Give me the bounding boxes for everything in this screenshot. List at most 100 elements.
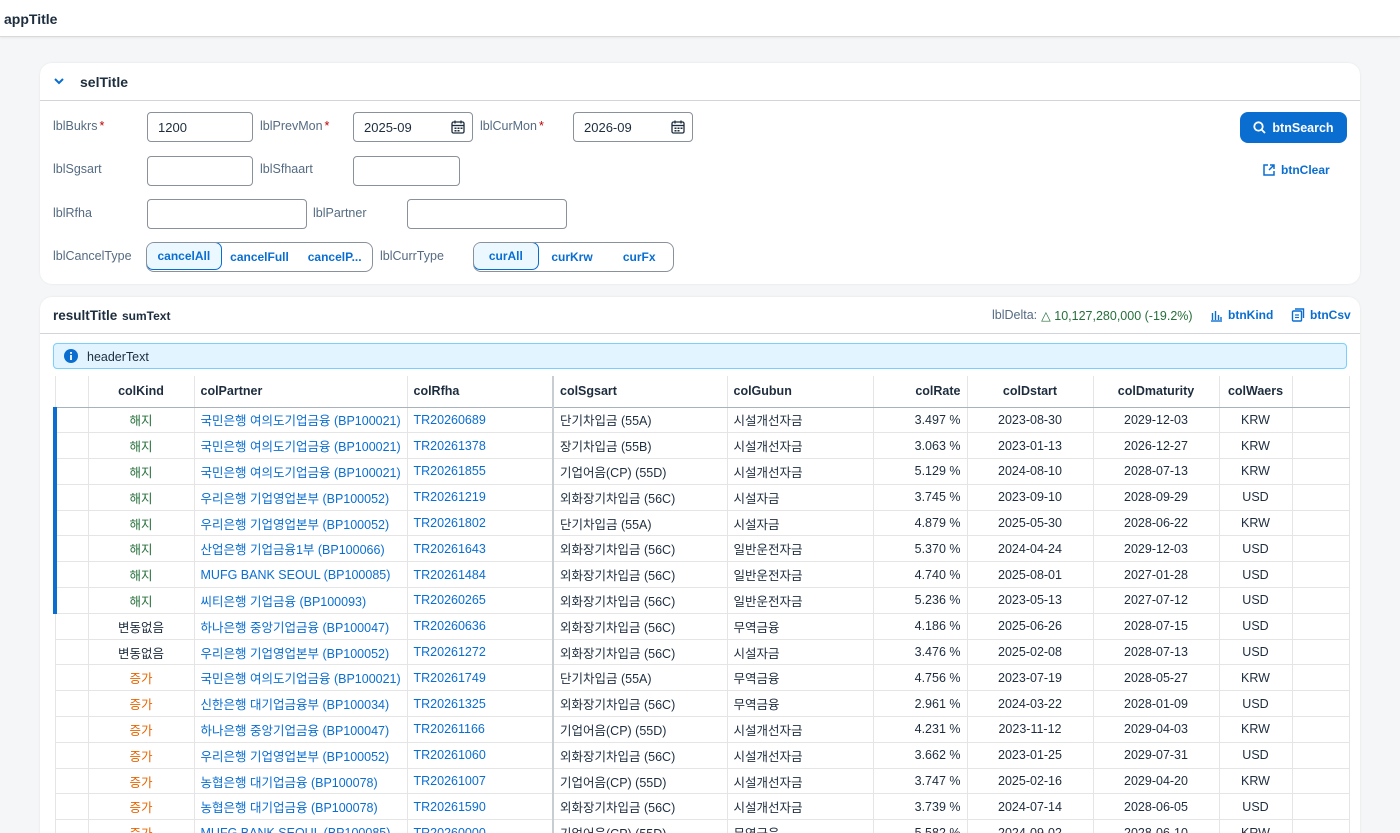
column-header-dmaturity[interactable]: colDmaturity (1093, 376, 1220, 408)
table-row[interactable]: 증가 국민은행 여의도기업금융 (BP100021) TR20261749 단기차입금… (54, 664, 1350, 692)
cell-partner[interactable]: 우리은행 기업영업본부 (BP100052) (194, 639, 408, 666)
row-selector[interactable] (53, 587, 89, 614)
sfhaart-input[interactable] (353, 156, 460, 186)
row-selector[interactable] (53, 458, 89, 485)
cell-partner[interactable]: 국민은행 여의도기업금융 (BP100021) (194, 432, 408, 460)
row-selector[interactable] (54, 793, 89, 821)
cell-partner[interactable]: 하나은행 중앙기업금융 (BP100047) (194, 613, 408, 640)
table-row[interactable]: 증가MUFG BANK SEOUL (BP100085)TR20260000기업… (54, 819, 1350, 833)
cell-rfha[interactable]: TR20261060 (407, 742, 554, 769)
column-header-rfha[interactable]: colRfha (407, 376, 554, 408)
segment-cur-all[interactable]: curAll (474, 243, 539, 270)
cell-rfha[interactable]: TR20260265 (407, 587, 554, 614)
cell-rfha[interactable]: TR20261749 (407, 664, 554, 692)
cell-rfha[interactable]: TR20261219 (407, 484, 554, 511)
cell-partner[interactable]: 우리은행 기업영업본부 (BP100052) (194, 510, 408, 537)
column-header-gubun[interactable]: colGubun (727, 376, 874, 408)
cell-dmaturity: 2028-09-29 (1093, 484, 1220, 511)
bukrs-input[interactable]: 1200 (147, 112, 253, 142)
partner-input[interactable] (407, 199, 567, 229)
cell-partner[interactable]: 산업은행 기업금융1부 (BP100066) (194, 535, 408, 563)
column-header-dstart[interactable]: colDstart (967, 376, 1094, 408)
cell-rfha[interactable]: TR20260000 (407, 819, 554, 833)
row-selector[interactable] (53, 407, 89, 434)
table-row[interactable]: 해지 국민은행 여의도기업금융 (BP100021) TR20261378 장기차입금… (53, 432, 1350, 460)
cell-rfha[interactable]: TR20261378 (407, 432, 554, 460)
segment-cancel-all[interactable]: cancelAll (147, 243, 222, 270)
table-row[interactable]: 증가 하나은행 중앙기업금융 (BP100047) TR20261166 기업어음(C… (54, 716, 1350, 743)
table-row[interactable]: 해지 MUFG BANK SEOUL (BP100085) TR20261484 외화… (53, 561, 1350, 589)
segment-cur-krw[interactable]: curKrw (539, 243, 606, 271)
table-row[interactable]: 증가 신한은행 대기업금융부 (BP100034) TR20261325 외화장기차입… (54, 690, 1350, 718)
cell-partner[interactable]: 우리은행 기업영업본부 (BP100052) (194, 742, 408, 769)
cell-partner[interactable]: 농협은행 대기업금융 (BP100078) (194, 768, 408, 795)
row-selector[interactable] (54, 613, 89, 640)
table-row[interactable]: 해지 산업은행 기업금융1부 (BP100066) TR20261643 외화장기차입… (53, 535, 1350, 563)
column-header-rate[interactable]: colRate (873, 376, 968, 408)
chevron-down-icon[interactable] (50, 72, 68, 90)
cell-partner[interactable]: MUFG BANK SEOUL (BP100085) (194, 819, 408, 833)
cell-partner[interactable]: 우리은행 기업영업본부 (BP100052) (194, 484, 408, 511)
rfha-input[interactable] (147, 199, 307, 229)
table-row[interactable]: 해지 국민은행 여의도기업금융 (BP100021) TR20260689 단기차입금… (53, 407, 1350, 434)
row-selector[interactable] (53, 535, 89, 563)
selection-header[interactable]: selTitle (40, 63, 1360, 101)
table-row[interactable]: 변동없음 하나은행 중앙기업금융 (BP100047) TR20260636 외화장기… (54, 613, 1350, 640)
column-header-partner[interactable]: colPartner (194, 376, 408, 408)
row-selector[interactable] (53, 561, 89, 589)
row-selector[interactable] (54, 639, 89, 666)
cell-rfha[interactable]: TR20261325 (407, 690, 554, 718)
cell-rfha[interactable]: TR20261166 (407, 716, 554, 743)
column-header-sgsart[interactable]: colSgsart (552, 376, 728, 408)
row-selector[interactable] (54, 664, 89, 692)
kind-button[interactable]: btnKind (1210, 308, 1273, 322)
table-row[interactable]: 해지 씨티은행 기업금융 (BP100093) TR20260265 외화장기차입금 … (53, 587, 1350, 614)
row-selector[interactable] (54, 716, 89, 743)
table-row[interactable]: 해지 우리은행 기업영업본부 (BP100052) TR20261802 단기차입금 … (53, 510, 1350, 537)
cell-rfha[interactable]: TR20261272 (407, 639, 554, 666)
cell-partner[interactable]: 국민은행 여의도기업금융 (BP100021) (194, 458, 408, 485)
row-selector[interactable] (54, 742, 89, 769)
calendar-icon[interactable] (451, 120, 465, 134)
calendar-icon[interactable] (671, 120, 685, 134)
table-row[interactable]: 해지 우리은행 기업영업본부 (BP100052) TR20261219 외화장기차입… (53, 484, 1350, 511)
cell-filler (1292, 613, 1350, 640)
cell-rfha[interactable]: TR20261855 (407, 458, 554, 485)
cell-rfha[interactable]: TR20260689 (407, 407, 554, 434)
cell-partner[interactable]: MUFG BANK SEOUL (BP100085) (194, 561, 408, 589)
csv-button[interactable]: btnCsv (1291, 308, 1351, 322)
row-selector[interactable] (54, 819, 89, 833)
cell-rfha[interactable]: TR20261007 (407, 768, 554, 795)
segment-cancel-partial[interactable]: cancelP... (297, 243, 372, 271)
column-header-kind[interactable]: colKind (88, 376, 195, 408)
row-selector[interactable] (53, 484, 89, 511)
cell-partner[interactable]: 국민은행 여의도기업금융 (BP100021) (194, 664, 408, 692)
cell-partner[interactable]: 농협은행 대기업금융 (BP100078) (194, 793, 408, 821)
row-selector[interactable] (53, 432, 89, 460)
table-row[interactable]: 증가 우리은행 기업영업본부 (BP100052) TR20261060 외화장기차입… (54, 742, 1350, 769)
segment-cancel-full[interactable]: cancelFull (222, 243, 298, 271)
row-selector[interactable] (54, 690, 89, 718)
clear-button[interactable]: btnClear (1262, 163, 1330, 177)
cell-partner[interactable]: 국민은행 여의도기업금융 (BP100021) (194, 407, 408, 434)
cur-mon-input[interactable]: 2026-09 (573, 112, 693, 142)
prev-mon-input[interactable]: 2025-09 (353, 112, 473, 142)
table-row[interactable]: 증가 농협은행 대기업금융 (BP100078) TR20261590 외화장기차입금… (54, 793, 1350, 821)
cell-rfha[interactable]: TR20260636 (407, 613, 554, 640)
cell-rfha[interactable]: TR20261802 (407, 510, 554, 537)
column-header-waers[interactable]: colWaers (1219, 376, 1293, 408)
cell-rfha[interactable]: TR20261643 (407, 535, 554, 563)
cell-partner[interactable]: 신한은행 대기업금융부 (BP100034) (194, 690, 408, 718)
cell-partner[interactable]: 하나은행 중앙기업금융 (BP100047) (194, 716, 408, 743)
row-selector[interactable] (53, 510, 89, 537)
segment-cur-fx[interactable]: curFx (605, 243, 673, 271)
row-selector[interactable] (54, 768, 89, 795)
table-row[interactable]: 변동없음 우리은행 기업영업본부 (BP100052) TR20261272 외화장기… (54, 639, 1350, 666)
sgsart-input[interactable] (147, 156, 253, 186)
table-row[interactable]: 해지 국민은행 여의도기업금융 (BP100021) TR20261855 기업어음(… (53, 458, 1350, 485)
table-row[interactable]: 증가 농협은행 대기업금융 (BP100078) TR20261007 기업어음(CP… (54, 768, 1350, 795)
cell-rfha[interactable]: TR20261484 (407, 561, 554, 589)
cell-partner[interactable]: 씨티은행 기업금융 (BP100093) (194, 587, 408, 614)
search-button[interactable]: btnSearch (1240, 112, 1347, 143)
cell-rfha[interactable]: TR20261590 (407, 793, 554, 821)
